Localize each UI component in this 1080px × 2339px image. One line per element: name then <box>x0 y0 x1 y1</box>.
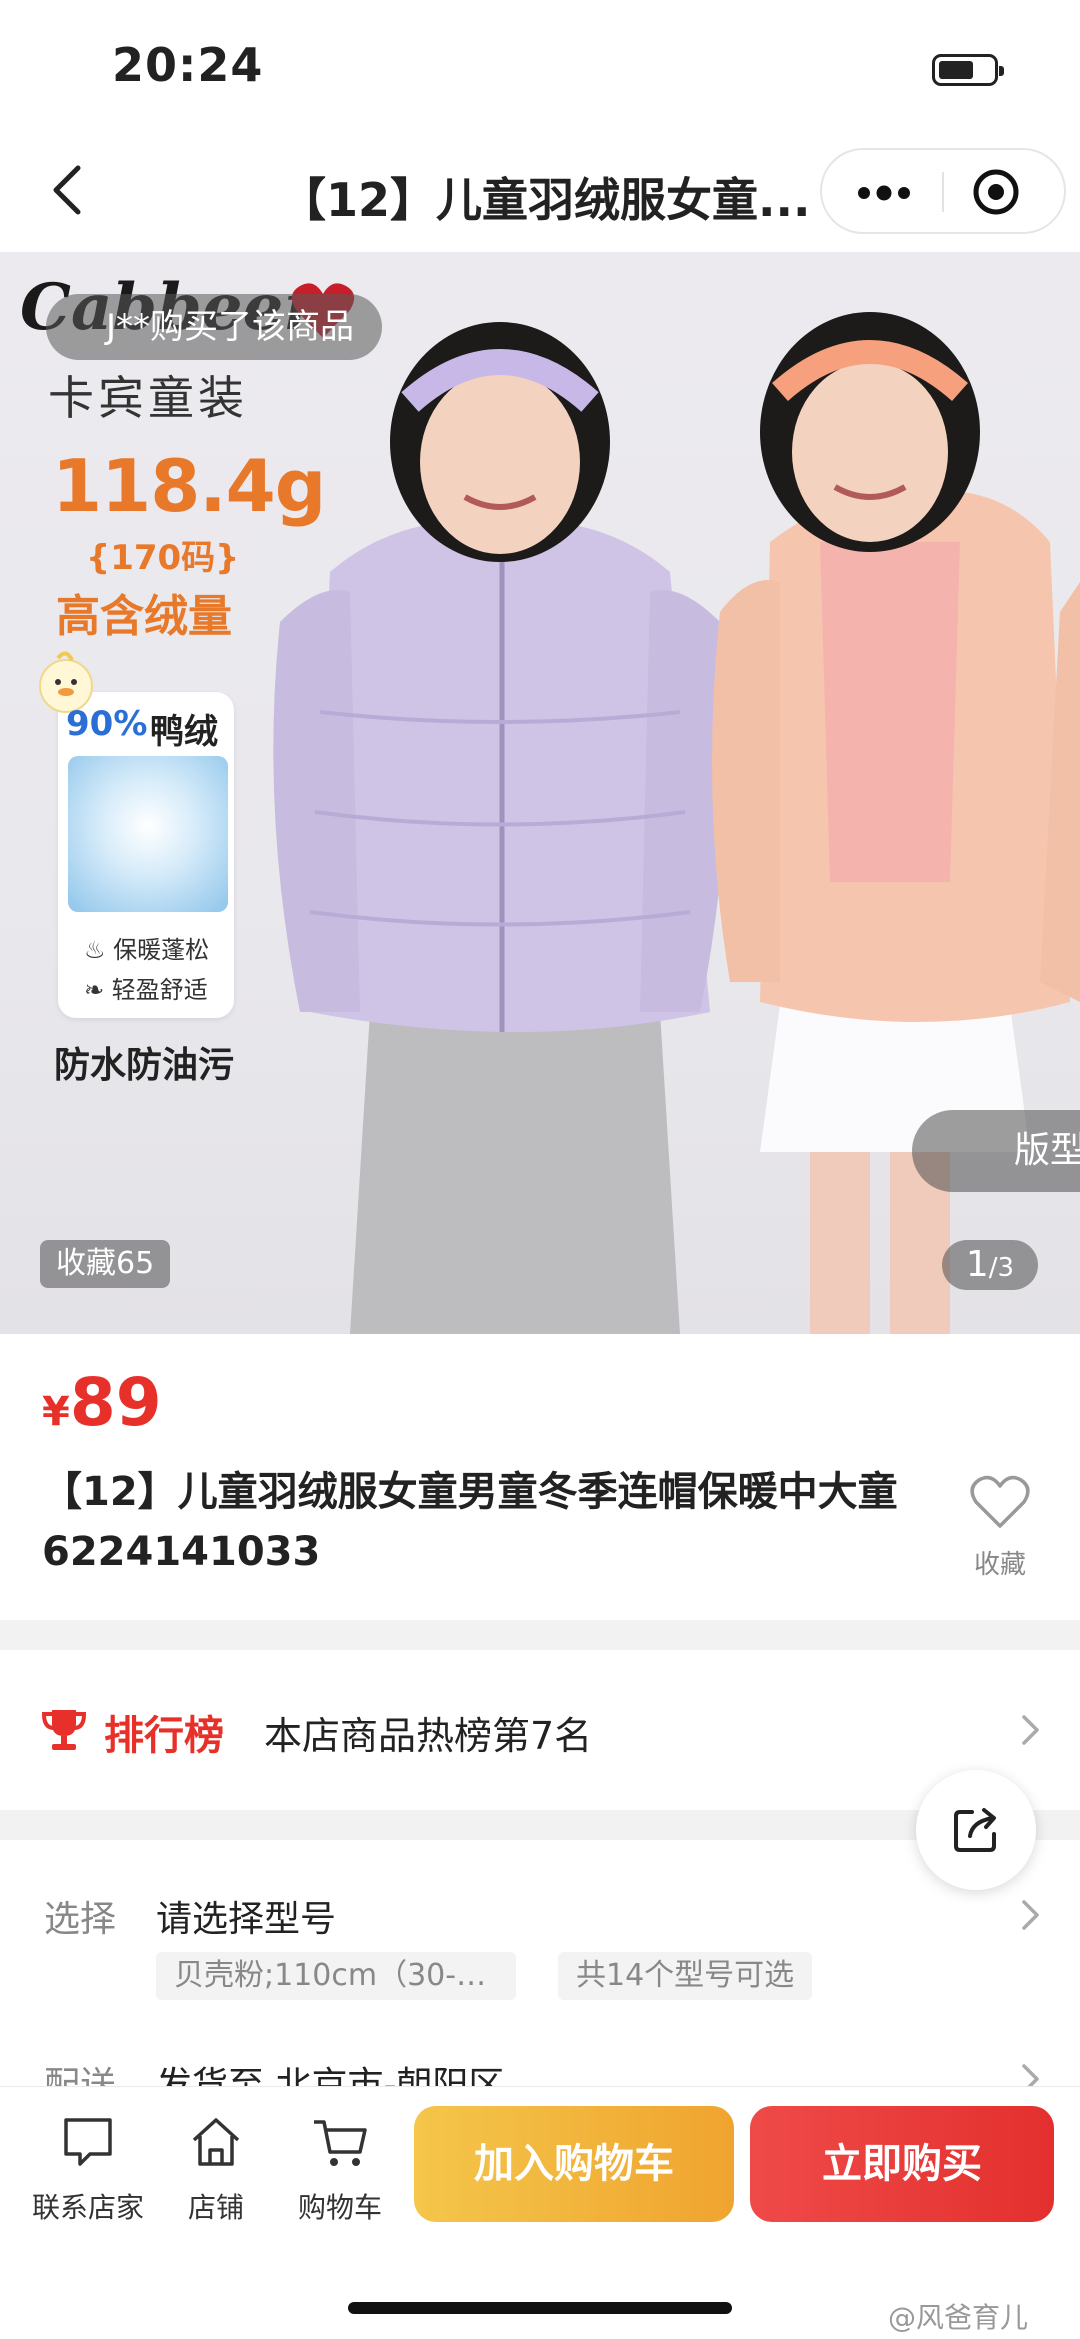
more-icon[interactable] <box>856 184 912 202</box>
select-model-button[interactable]: 请选择型号 <box>156 1890 336 1942</box>
chevron-right-icon <box>1022 1900 1039 1930</box>
share-button[interactable] <box>916 1770 1036 1890</box>
share-icon <box>954 1808 996 1852</box>
favorite-heart-icon[interactable] <box>970 1474 1030 1530</box>
back-icon[interactable] <box>40 160 100 220</box>
selected-variant-chip[interactable]: 贝壳粉;110cm（30-3... <box>156 1952 516 2000</box>
favorites-count-badge: 收藏65 <box>40 1240 171 1288</box>
waterproof-note: 防水防油污 <box>54 1045 235 1086</box>
trophy-icon <box>42 1710 86 1750</box>
watermark: @风爸育儿 <box>888 2301 1029 2334</box>
version-tab[interactable]: 版型 <box>912 1110 1080 1192</box>
buy-now-button[interactable]: 立即购买 <box>750 2106 1054 2222</box>
price: ¥89 <box>42 1364 162 1441</box>
feature-light-text: 轻盈舒适 <box>111 976 208 1004</box>
down-weight: 118.4g <box>52 444 326 528</box>
chat-icon[interactable] <box>60 2114 116 2170</box>
variant-count-chip[interactable]: 共14个型号可选 <box>558 1952 813 2000</box>
image-pager: 1/3 <box>942 1240 1038 1290</box>
select-label: 选择 <box>44 1899 117 1940</box>
status-time: 20:24 <box>112 38 264 92</box>
feather-image <box>68 756 228 912</box>
pager-total: /3 <box>988 1253 1015 1283</box>
ranking-title: 排行榜 <box>104 1713 224 1759</box>
miniapp-capsule <box>820 148 1066 234</box>
feature-warm-text: 保暖蓬松 <box>113 936 210 964</box>
ranking-description: 本店商品热榜第7名 <box>264 1714 593 1758</box>
currency-symbol: ¥ <box>42 1389 70 1435</box>
feature-light: ❧ 轻盈舒适 <box>84 976 208 1004</box>
product-title: 【12】儿童羽绒服女童男童冬季连帽保暖中大童6224141033 <box>42 1469 898 1575</box>
feature-warm: ♨ 保暖蓬松 <box>84 936 210 964</box>
size-note: {170码} <box>86 538 240 578</box>
battery-icon <box>932 54 1004 86</box>
cart-label[interactable]: 购物车 <box>288 2186 392 2226</box>
close-miniapp-icon[interactable] <box>972 168 1020 216</box>
home-indicator[interactable] <box>348 2302 732 2314</box>
store-icon[interactable] <box>188 2114 244 2170</box>
brand-name-cn: 卡宾童装 <box>48 371 248 425</box>
cart-icon[interactable] <box>312 2114 368 2170</box>
price-value: 89 <box>69 1364 162 1441</box>
fill-note: 高含绒量 <box>56 591 232 642</box>
favorite-label[interactable]: 收藏 <box>974 1544 1026 1581</box>
add-to-cart-button[interactable]: 加入购物车 <box>414 2106 734 2222</box>
contact-seller-label[interactable]: 联系店家 <box>28 2186 148 2226</box>
chevron-right-icon <box>1022 1715 1039 1745</box>
store-label[interactable]: 店铺 <box>176 2186 256 2226</box>
down-type: 鸭绒 <box>150 712 218 752</box>
pager-current: 1 <box>965 1244 989 1285</box>
buyer-toast: J**购买了该商品 <box>46 294 383 360</box>
capsule-divider <box>942 172 944 212</box>
down-percent: 90% <box>66 704 148 744</box>
page-title: 【12】儿童羽绒服女童... <box>280 173 811 227</box>
